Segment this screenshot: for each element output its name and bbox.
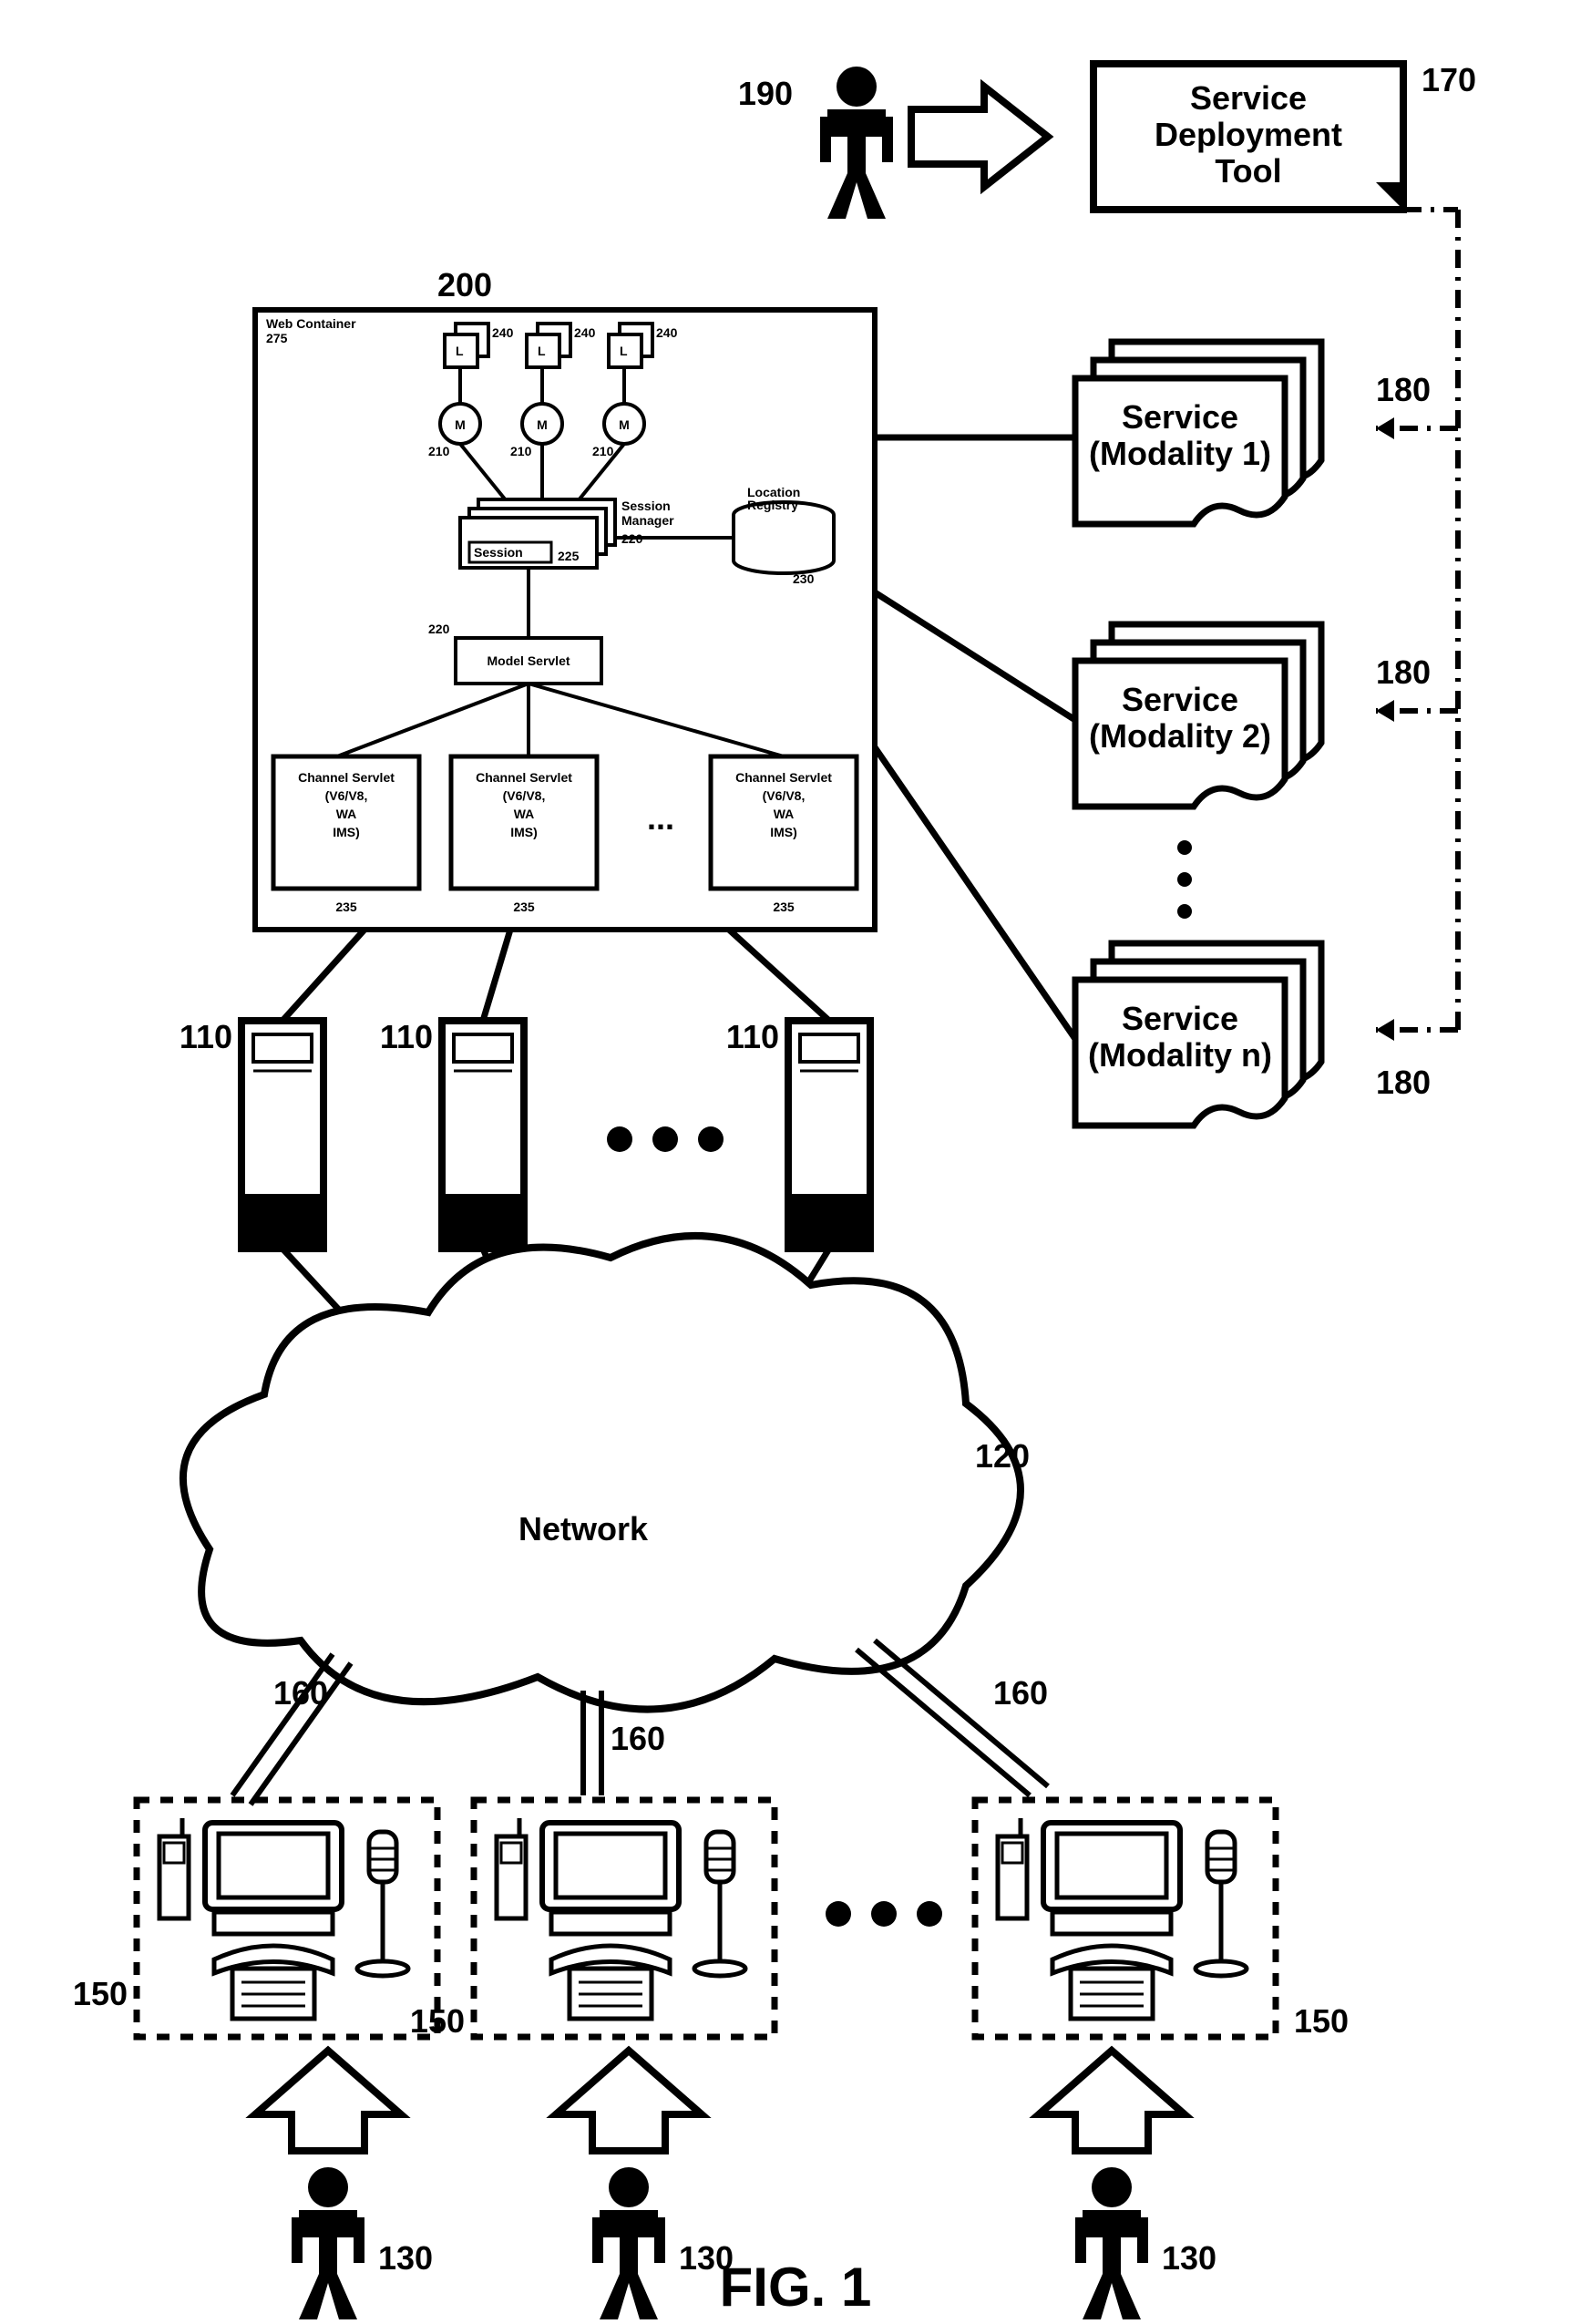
person-icon-top (820, 67, 893, 219)
svg-text:Channel Servlet: Channel Servlet (476, 770, 572, 785)
svg-text:L: L (456, 344, 464, 358)
svg-text:WA: WA (774, 807, 795, 821)
client-box-1-ref: 150 (73, 1975, 128, 2012)
svg-text:(V6/V8,: (V6/V8, (325, 788, 368, 803)
svg-text:Service: Service (1122, 681, 1238, 718)
svg-text:M: M (537, 417, 548, 432)
svg-text:L: L (620, 344, 628, 358)
conn-ref-1: 160 (273, 1674, 328, 1712)
svg-text:M: M (455, 417, 466, 432)
svg-text:210: 210 (428, 444, 450, 458)
svg-text:...: ... (647, 799, 674, 837)
client-box-3-ref: 150 (1294, 2002, 1349, 2040)
svg-text:Model Servlet: Model Servlet (487, 653, 570, 668)
svg-text:240: 240 (574, 325, 596, 340)
service-ellipsis (1177, 840, 1192, 919)
actor-top-ref: 190 (738, 75, 793, 112)
deployment-tool-ref: 170 (1422, 61, 1476, 98)
svg-text:(Modality n): (Modality n) (1088, 1036, 1272, 1074)
link-container-servicen (875, 747, 1075, 1039)
svg-text:Network: Network (518, 1510, 649, 1548)
deployment-tool-box: Service Deployment Tool (1093, 64, 1403, 210)
svg-text:(V6/V8,: (V6/V8, (503, 788, 546, 803)
client-box-1 (137, 1800, 437, 2037)
svg-text:Session: Session (474, 545, 523, 560)
svg-text:275: 275 (266, 331, 288, 345)
service-doc-n-ref: 180 (1376, 1064, 1431, 1101)
svg-text:235: 235 (513, 900, 535, 914)
svg-text:210: 210 (510, 444, 532, 458)
clients-ellipsis (826, 1901, 942, 1927)
up-arrow-icon-1 (255, 2051, 401, 2151)
conn-ref-2: 160 (611, 1720, 665, 1757)
client-box-2 (474, 1800, 775, 2037)
user-1-ref: 130 (378, 2239, 433, 2277)
svg-text:Web Container: Web Container (266, 316, 356, 331)
svg-text:Deployment: Deployment (1155, 116, 1342, 153)
service-doc-2: Service (Modality 2) (1075, 624, 1321, 807)
svg-text:Channel Servlet: Channel Servlet (735, 770, 832, 785)
svg-text:240: 240 (656, 325, 678, 340)
svg-text:210: 210 (592, 444, 614, 458)
svg-text:(Modality 2): (Modality 2) (1089, 717, 1271, 755)
server-icon-3 (788, 1021, 870, 1249)
svg-text:IMS): IMS) (333, 825, 360, 839)
svg-text:Session: Session (621, 499, 671, 513)
svg-text:Manager: Manager (621, 513, 674, 528)
svg-text:L: L (538, 344, 546, 358)
service-doc-1-ref: 180 (1376, 371, 1431, 408)
svg-text:Service: Service (1122, 1000, 1238, 1037)
link-container-service2 (875, 592, 1075, 720)
svg-text:Channel Servlet: Channel Servlet (298, 770, 395, 785)
svg-text:230: 230 (793, 571, 815, 586)
svg-text:235: 235 (773, 900, 795, 914)
up-arrow-icon-2 (556, 2051, 702, 2151)
svg-text:Registry: Registry (747, 498, 798, 512)
conn-ref-3: 160 (993, 1674, 1048, 1712)
server-2-ref: 110 (380, 1018, 433, 1055)
svg-text:IMS): IMS) (510, 825, 538, 839)
svg-text:M: M (619, 417, 630, 432)
dashdot-connector (1376, 210, 1458, 1030)
client-box-3 (975, 1800, 1276, 2037)
network-ref: 120 (975, 1437, 1030, 1475)
client-box-2-ref: 150 (410, 2002, 465, 2040)
svg-text:Service: Service (1190, 79, 1307, 117)
servers-ellipsis (607, 1126, 724, 1152)
server-1-ref: 110 (180, 1018, 232, 1055)
svg-text:220: 220 (428, 622, 450, 636)
svg-text:Service: Service (1122, 398, 1238, 436)
server-icon-2 (442, 1021, 524, 1249)
service-doc-n: Service (Modality n) (1075, 943, 1321, 1126)
figure-label: FIG. 1 (720, 2257, 872, 2318)
person-icon-3 (1075, 2167, 1148, 2319)
svg-text:225: 225 (558, 549, 580, 563)
up-arrow-icon-3 (1039, 2051, 1185, 2151)
svg-text:WA: WA (336, 807, 357, 821)
service-doc-2-ref: 180 (1376, 653, 1431, 691)
svg-text:IMS): IMS) (770, 825, 797, 839)
svg-text:WA: WA (514, 807, 535, 821)
server-3-ref: 110 (726, 1018, 779, 1055)
web-container: Web Container 275 L 240 L 240 L 240 M 21… (255, 310, 875, 930)
web-container-ref: 200 (437, 266, 492, 303)
person-icon-1 (292, 2167, 364, 2319)
server-icon-1 (241, 1021, 323, 1249)
svg-text:Tool: Tool (1215, 152, 1281, 190)
arrow-right-icon (911, 87, 1048, 187)
person-icon-2 (592, 2167, 665, 2319)
svg-text:(Modality 1): (Modality 1) (1089, 435, 1271, 472)
svg-text:235: 235 (335, 900, 357, 914)
svg-text:(V6/V8,: (V6/V8, (763, 788, 806, 803)
service-doc-1: Service (Modality 1) (1075, 342, 1321, 524)
svg-text:240: 240 (492, 325, 514, 340)
user-3-ref: 130 (1162, 2239, 1216, 2277)
network-cloud: Network (183, 1236, 1021, 1710)
connector-arrowheads (1376, 417, 1394, 1041)
